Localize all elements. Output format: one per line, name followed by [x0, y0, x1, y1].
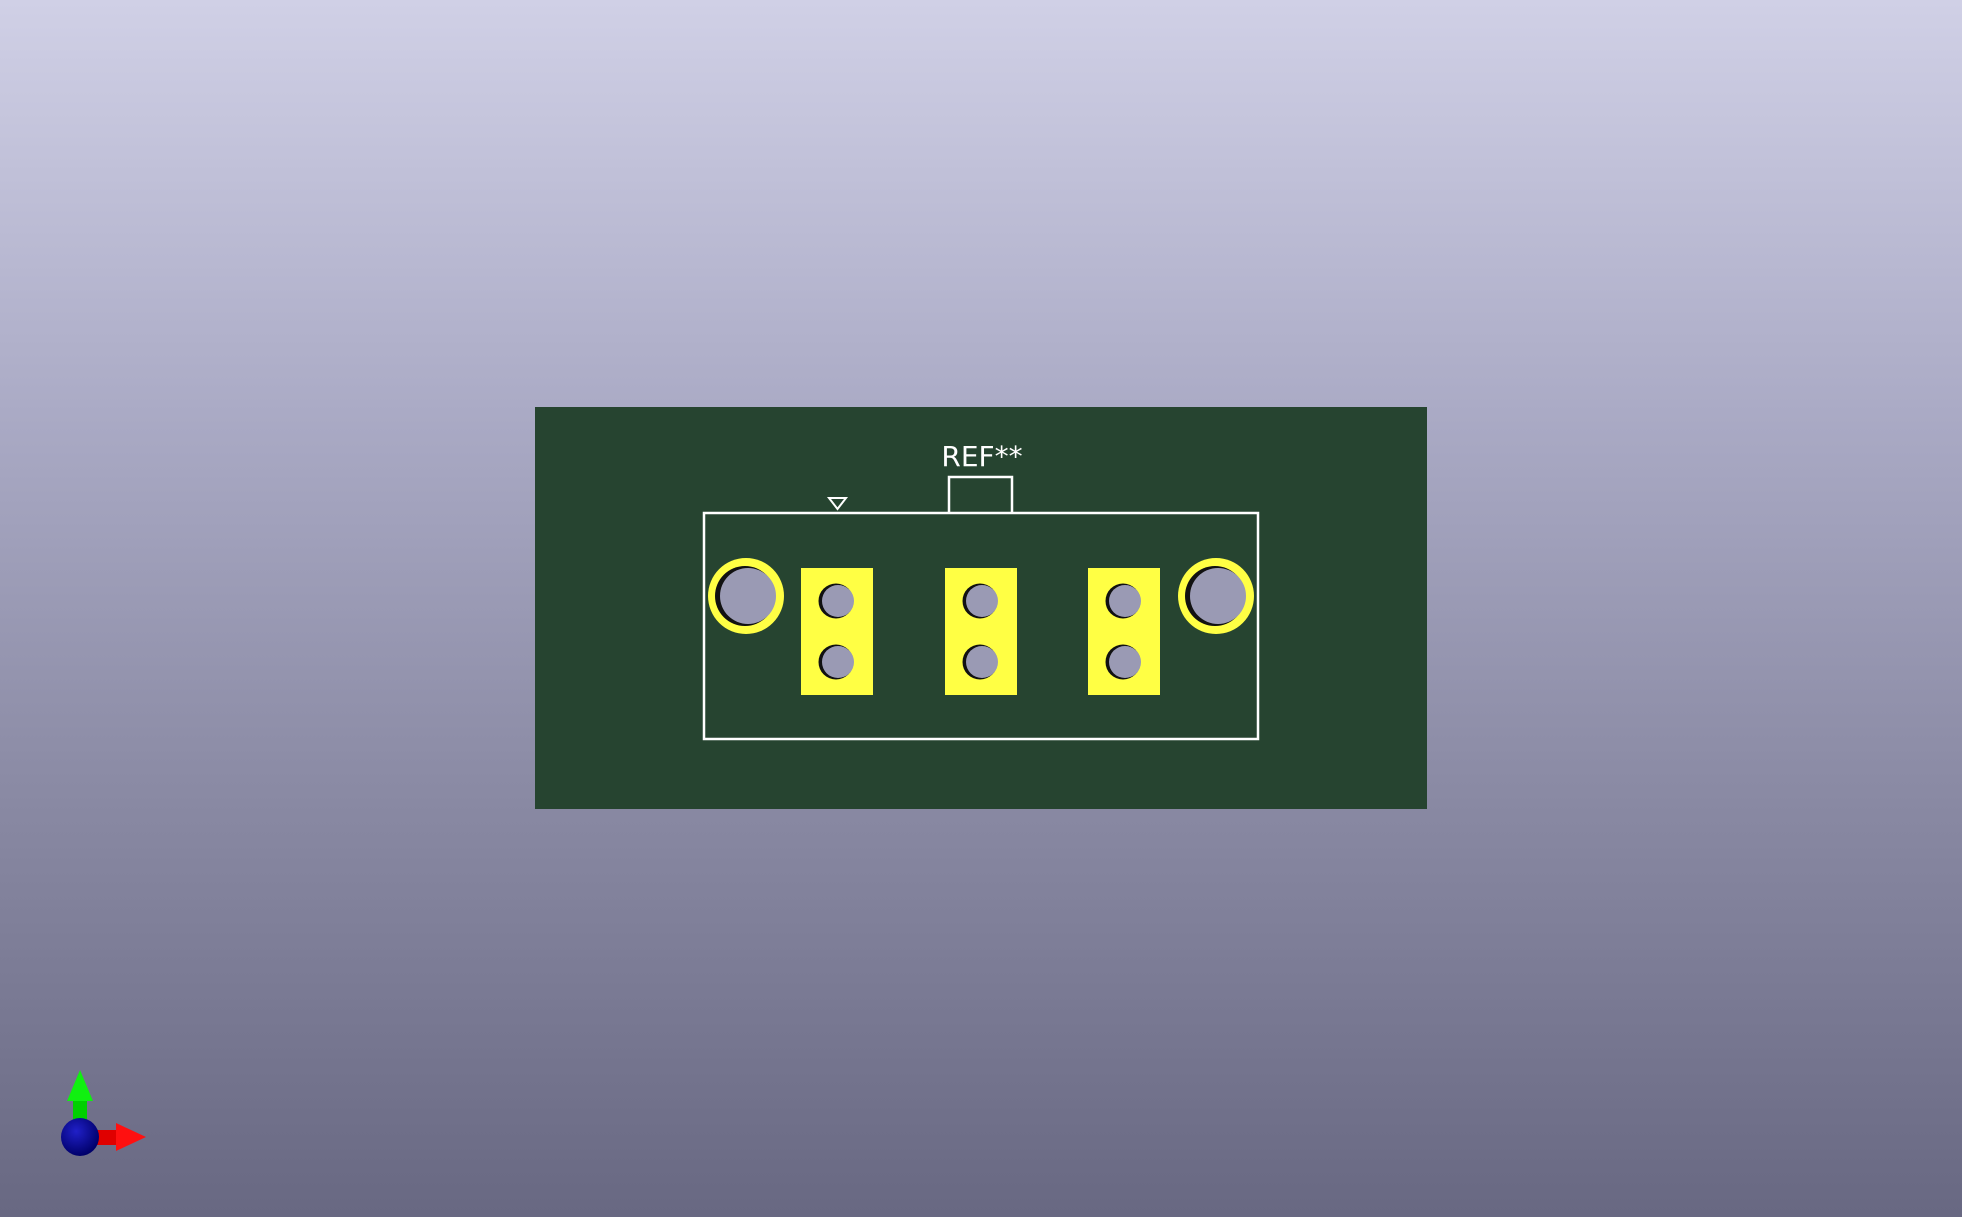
mounting-hole[interactable] — [708, 558, 784, 634]
drill-hole — [966, 646, 998, 678]
drill-hole — [822, 646, 854, 678]
z-axis-sphere — [61, 1118, 99, 1156]
pad-1[interactable] — [801, 568, 873, 695]
y-axis-arrow-icon — [67, 1070, 93, 1101]
pad-2[interactable] — [945, 568, 1017, 695]
drill-hole — [1190, 568, 1246, 624]
drill-hole — [966, 585, 998, 617]
drill-hole — [1109, 585, 1141, 617]
reference-label: REF** — [941, 440, 1022, 473]
drill-hole — [822, 585, 854, 617]
pcb-board[interactable]: REF** — [535, 407, 1427, 809]
mounting-hole[interactable] — [1178, 558, 1254, 634]
axis-gizmo — [61, 1070, 146, 1156]
drill-hole — [1109, 646, 1141, 678]
drill-hole — [720, 568, 776, 624]
x-axis-arrow-icon — [116, 1123, 146, 1151]
3d-viewport[interactable]: REF** — [0, 0, 1962, 1217]
pad-3[interactable] — [1088, 568, 1160, 695]
